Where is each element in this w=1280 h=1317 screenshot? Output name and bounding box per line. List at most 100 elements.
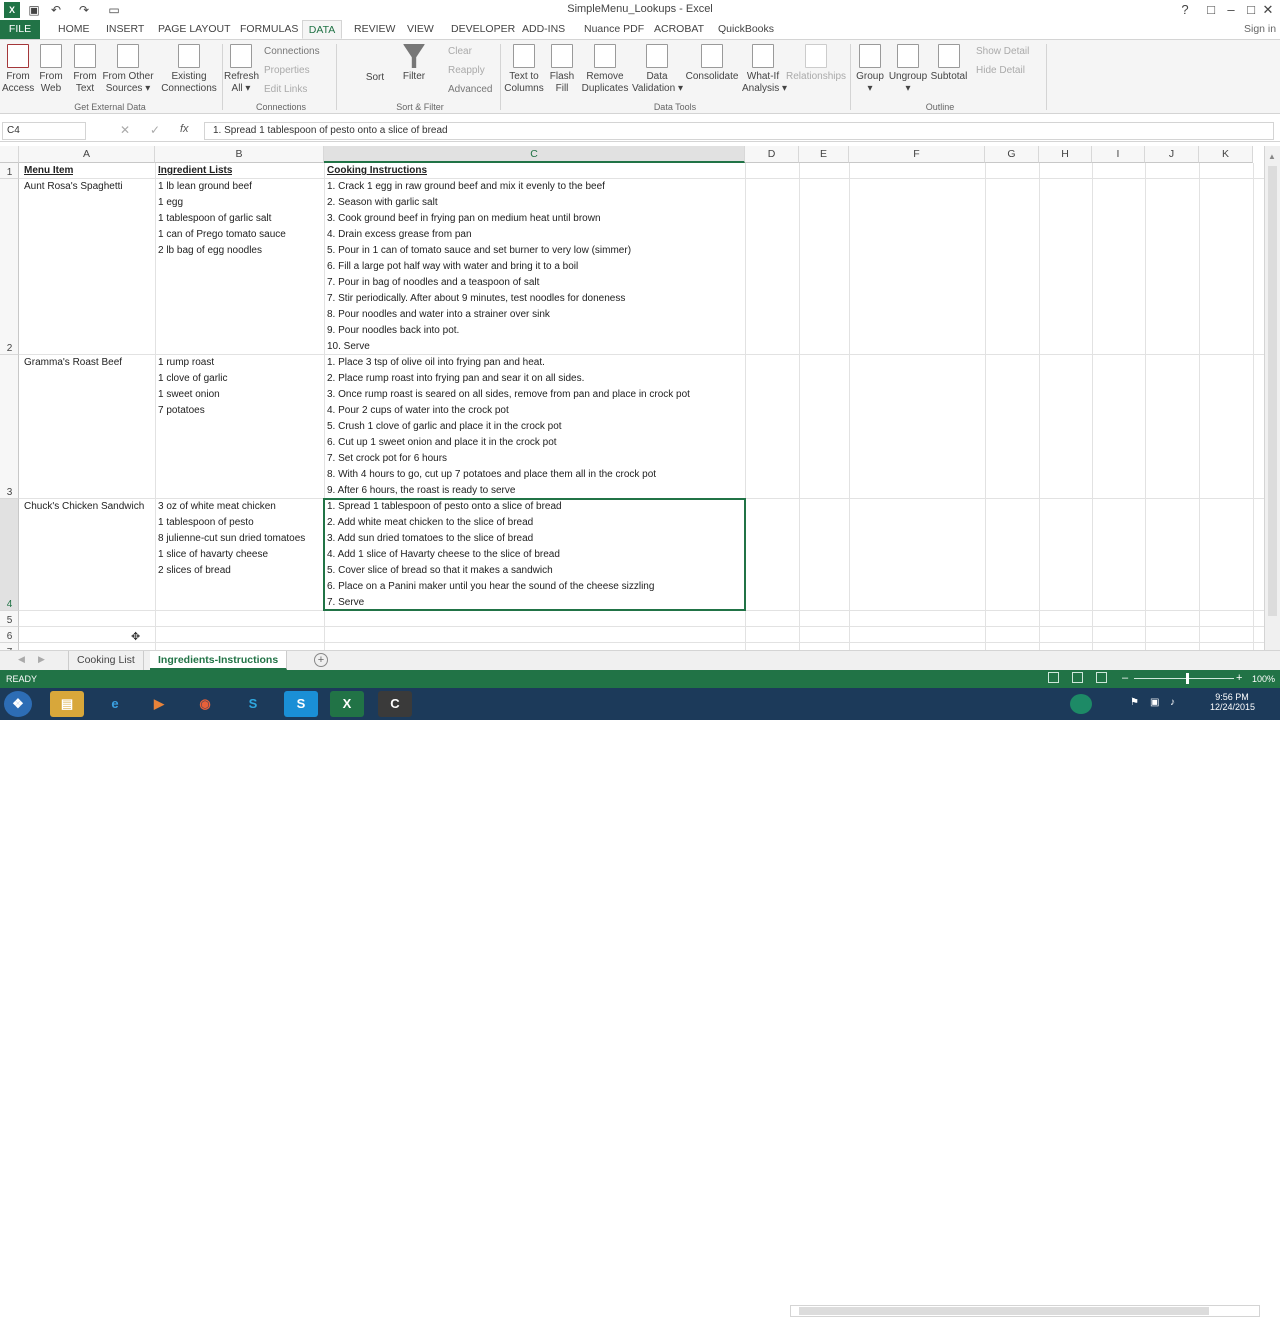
cell-b1[interactable]: Ingredient Lists (158, 163, 232, 179)
data-validation-button[interactable]: Data Validation ▾ (632, 44, 683, 95)
remove-duplicates-button[interactable]: Remove Duplicates (580, 44, 630, 95)
cell-b2[interactable]: 1 lb lean ground beef 1 egg 1 tablespoon… (158, 179, 324, 259)
cell-b3[interactable]: 1 rump roast 1 clove of garlic 1 sweet o… (158, 355, 324, 419)
network-icon[interactable]: ▣ (1150, 697, 1159, 708)
column-header-d[interactable]: D (745, 146, 799, 163)
scrollbar-thumb[interactable] (1268, 166, 1277, 616)
normal-view-icon[interactable] (1048, 672, 1059, 683)
ungroup-button[interactable]: Ungroup ▾ (888, 44, 928, 95)
show-detail-button[interactable]: Show Detail (976, 46, 1029, 57)
clear-filter-button[interactable]: Clear (448, 46, 472, 57)
new-sheet-icon[interactable]: + (314, 653, 328, 667)
existing-connections-button[interactable]: Existing Connections (160, 44, 218, 95)
firefox-icon[interactable]: ◉ (188, 691, 222, 717)
refresh-all-button[interactable]: Refresh All ▾ (224, 44, 259, 95)
column-header-b[interactable]: B (155, 146, 324, 163)
from-access-button[interactable]: From Access (2, 44, 34, 95)
enter-icon[interactable]: ✓ (150, 123, 160, 137)
tab-nuance-pdf[interactable]: Nuance PDF (580, 20, 648, 39)
zoom-slider[interactable] (1134, 678, 1234, 679)
clock[interactable]: 9:56 PM 12/24/2015 (1210, 692, 1255, 712)
zoom-in-icon[interactable]: + (1236, 672, 1242, 684)
formula-input[interactable]: 1. Spread 1 tablespoon of pesto onto a s… (204, 122, 1274, 140)
page-layout-view-icon[interactable] (1072, 672, 1083, 683)
skype-icon[interactable]: S (236, 691, 270, 717)
cell-c2[interactable]: 1. Crack 1 egg in raw ground beef and mi… (327, 179, 745, 355)
sign-in-link[interactable]: Sign in (1240, 20, 1280, 39)
tab-quickbooks[interactable]: QuickBooks (714, 20, 778, 39)
start-button-icon[interactable]: ❖ (4, 691, 32, 717)
excel-taskbar-icon[interactable]: X (330, 691, 364, 717)
filter-button[interactable]: Filter (398, 44, 430, 83)
prev-sheet-icon[interactable]: ◀ (18, 654, 25, 665)
volume-icon[interactable]: ♪ (1170, 697, 1175, 708)
cell-c1[interactable]: Cooking Instructions (327, 163, 427, 179)
row-header-2[interactable]: 2 (0, 179, 19, 355)
properties-button[interactable]: Properties (264, 65, 310, 76)
worksheet-grid[interactable]: A B C D E F G H I J K 1 2 3 4 5 6 7 Menu… (0, 146, 1264, 650)
cell-a3[interactable]: Gramma's Roast Beef (24, 355, 154, 371)
row-header-4[interactable]: 4 (0, 499, 19, 611)
camtasia-icon[interactable]: C (378, 691, 412, 717)
tray-app-icon[interactable] (1070, 694, 1092, 714)
sheet-tab-cooking-list[interactable]: Cooking List (68, 651, 144, 670)
column-header-j[interactable]: J (1145, 146, 1199, 163)
row-header-7[interactable]: 7 (0, 643, 19, 650)
hide-detail-button[interactable]: Hide Detail (976, 65, 1025, 76)
column-header-e[interactable]: E (799, 146, 849, 163)
subtotal-button[interactable]: Subtotal (930, 44, 968, 83)
file-explorer-icon[interactable]: ▤ (50, 691, 84, 717)
group-button[interactable]: Group ▾ (854, 44, 886, 95)
media-player-icon[interactable]: ▶ (142, 691, 176, 717)
from-other-sources-button[interactable]: From Other Sources ▾ (102, 44, 154, 95)
row-header-3[interactable]: 3 (0, 355, 19, 499)
from-text-button[interactable]: From Text (70, 44, 100, 95)
name-box[interactable]: C4 (2, 122, 86, 140)
column-header-h[interactable]: H (1039, 146, 1092, 163)
sheet-tab-ingredients-instructions[interactable]: Ingredients-Instructions (150, 651, 288, 670)
column-header-c[interactable]: C (324, 146, 745, 163)
column-header-f[interactable]: F (849, 146, 985, 163)
tab-review[interactable]: REVIEW (350, 20, 399, 39)
tab-data[interactable]: DATA (302, 20, 342, 39)
what-if-analysis-button[interactable]: What-If Analysis ▾ (742, 44, 787, 95)
row-header-1[interactable]: 1 (0, 163, 19, 179)
tab-acrobat[interactable]: ACROBAT (650, 20, 708, 39)
edit-links-button[interactable]: Edit Links (264, 84, 307, 95)
page-break-view-icon[interactable] (1096, 672, 1107, 683)
column-header-i[interactable]: I (1092, 146, 1145, 163)
scroll-up-icon[interactable]: ▲ (1268, 152, 1276, 161)
from-web-button[interactable]: From Web (36, 44, 66, 95)
cell-c3[interactable]: 1. Place 3 tsp of olive oil into frying … (327, 355, 745, 499)
internet-explorer-icon[interactable]: e (98, 691, 132, 717)
tab-insert[interactable]: INSERT (102, 20, 148, 39)
connections-button[interactable]: Connections (264, 46, 320, 57)
cell-a4[interactable]: Chuck's Chicken Sandwich (24, 499, 154, 515)
sort-button[interactable]: Sort (362, 72, 388, 84)
advanced-filter-button[interactable]: Advanced (448, 84, 492, 95)
column-header-k[interactable]: K (1199, 146, 1253, 163)
zoom-out-icon[interactable]: – (1122, 672, 1128, 684)
cancel-icon[interactable]: ✕ (120, 123, 130, 137)
zoom-slider-thumb[interactable] (1186, 673, 1189, 684)
zoom-level[interactable]: 100% (1252, 674, 1275, 684)
consolidate-button[interactable]: Consolidate (684, 44, 740, 83)
close-button[interactable]: ✕ (1256, 0, 1280, 20)
tray-flag-icon[interactable]: ⚑ (1130, 697, 1139, 708)
row-header-5[interactable]: 5 (0, 611, 19, 627)
tab-page-layout[interactable]: PAGE LAYOUT (154, 20, 235, 39)
tab-view[interactable]: VIEW (403, 20, 438, 39)
cell-b4[interactable]: 3 oz of white meat chicken 1 tablespoon … (158, 499, 324, 579)
cell-a1[interactable]: Menu Item (24, 163, 73, 179)
text-to-columns-button[interactable]: Text to Columns (504, 44, 544, 95)
flash-fill-button[interactable]: Flash Fill (546, 44, 578, 95)
row-header-6[interactable]: 6 (0, 627, 19, 643)
insert-function-icon[interactable]: fx (180, 123, 189, 135)
reapply-button[interactable]: Reapply (448, 65, 485, 76)
tab-developer[interactable]: DEVELOPER (447, 20, 519, 39)
select-all-corner[interactable] (0, 146, 19, 163)
scrollbar-thumb[interactable] (799, 1307, 1209, 1315)
column-header-g[interactable]: G (985, 146, 1039, 163)
column-header-a[interactable]: A (19, 146, 155, 163)
tab-file[interactable]: FILE (0, 20, 40, 39)
